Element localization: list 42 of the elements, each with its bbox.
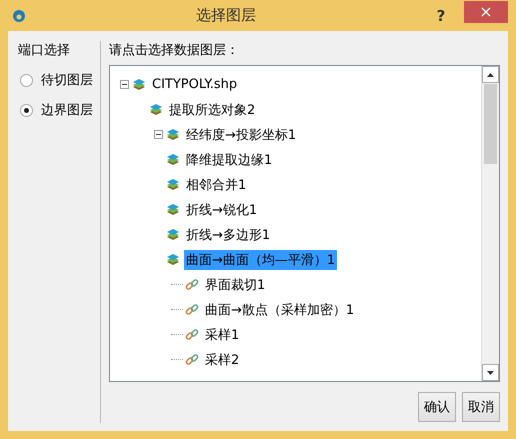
layers-icon bbox=[166, 252, 180, 266]
app-icon bbox=[12, 8, 26, 22]
tree-item[interactable]: 采样1 bbox=[203, 324, 242, 344]
layers-icon bbox=[132, 78, 146, 92]
tree-prompt: 请点击选择数据图层： bbox=[109, 42, 240, 59]
window-title: 选择图层 bbox=[195, 6, 257, 25]
tree-item[interactable]: 采样2 bbox=[203, 350, 242, 370]
radio-button[interactable] bbox=[20, 104, 33, 116]
close-button[interactable]: × bbox=[464, 0, 508, 22]
link-icon bbox=[185, 302, 199, 316]
tree-item[interactable]: 折线→锐化1 bbox=[184, 200, 260, 220]
tree-item[interactable]: CITYPOLY.shp bbox=[150, 76, 240, 93]
layers-icon bbox=[149, 102, 163, 116]
radio-label[interactable]: 边界图层 bbox=[41, 101, 93, 119]
layers-icon bbox=[166, 152, 180, 166]
group-title: 端口选择 bbox=[18, 42, 71, 59]
layers-icon bbox=[166, 128, 180, 142]
tree-item[interactable]: 经纬度→投影坐标1 bbox=[184, 124, 298, 144]
link-icon bbox=[185, 328, 199, 342]
tree-item[interactable]: 折线→多边形1 bbox=[184, 224, 272, 244]
scroll-down-icon[interactable] bbox=[487, 370, 494, 374]
collapse-toggle[interactable] bbox=[120, 80, 129, 89]
scroll-thumb[interactable] bbox=[484, 84, 497, 164]
radio-label[interactable]: 待切图层 bbox=[41, 71, 93, 89]
scroll-up-icon[interactable] bbox=[487, 72, 494, 76]
layers-icon bbox=[166, 202, 180, 216]
dialog-button[interactable]: 确认 bbox=[418, 392, 456, 422]
tree-item[interactable]: 界面裁切1 bbox=[203, 274, 268, 294]
radio-button[interactable] bbox=[20, 74, 33, 86]
dialog-button[interactable]: 取消 bbox=[462, 392, 500, 422]
tree-item[interactable]: 降维提取边缘1 bbox=[184, 150, 274, 170]
help-button[interactable]: ? bbox=[426, 4, 456, 26]
collapse-toggle[interactable] bbox=[154, 130, 163, 139]
link-icon bbox=[185, 278, 199, 292]
link-icon bbox=[185, 352, 199, 366]
scrollbar[interactable] bbox=[481, 66, 499, 381]
tree-item[interactable]: 曲面→曲面（均—平滑）1 bbox=[184, 250, 338, 270]
tree-item[interactable]: 曲面→散点（采样加密）1 bbox=[203, 300, 356, 320]
layers-icon bbox=[166, 228, 180, 242]
tree-item[interactable]: 相邻合并1 bbox=[184, 174, 248, 194]
tree-item[interactable]: 提取所选对象2 bbox=[167, 100, 258, 120]
layers-icon bbox=[166, 178, 180, 192]
